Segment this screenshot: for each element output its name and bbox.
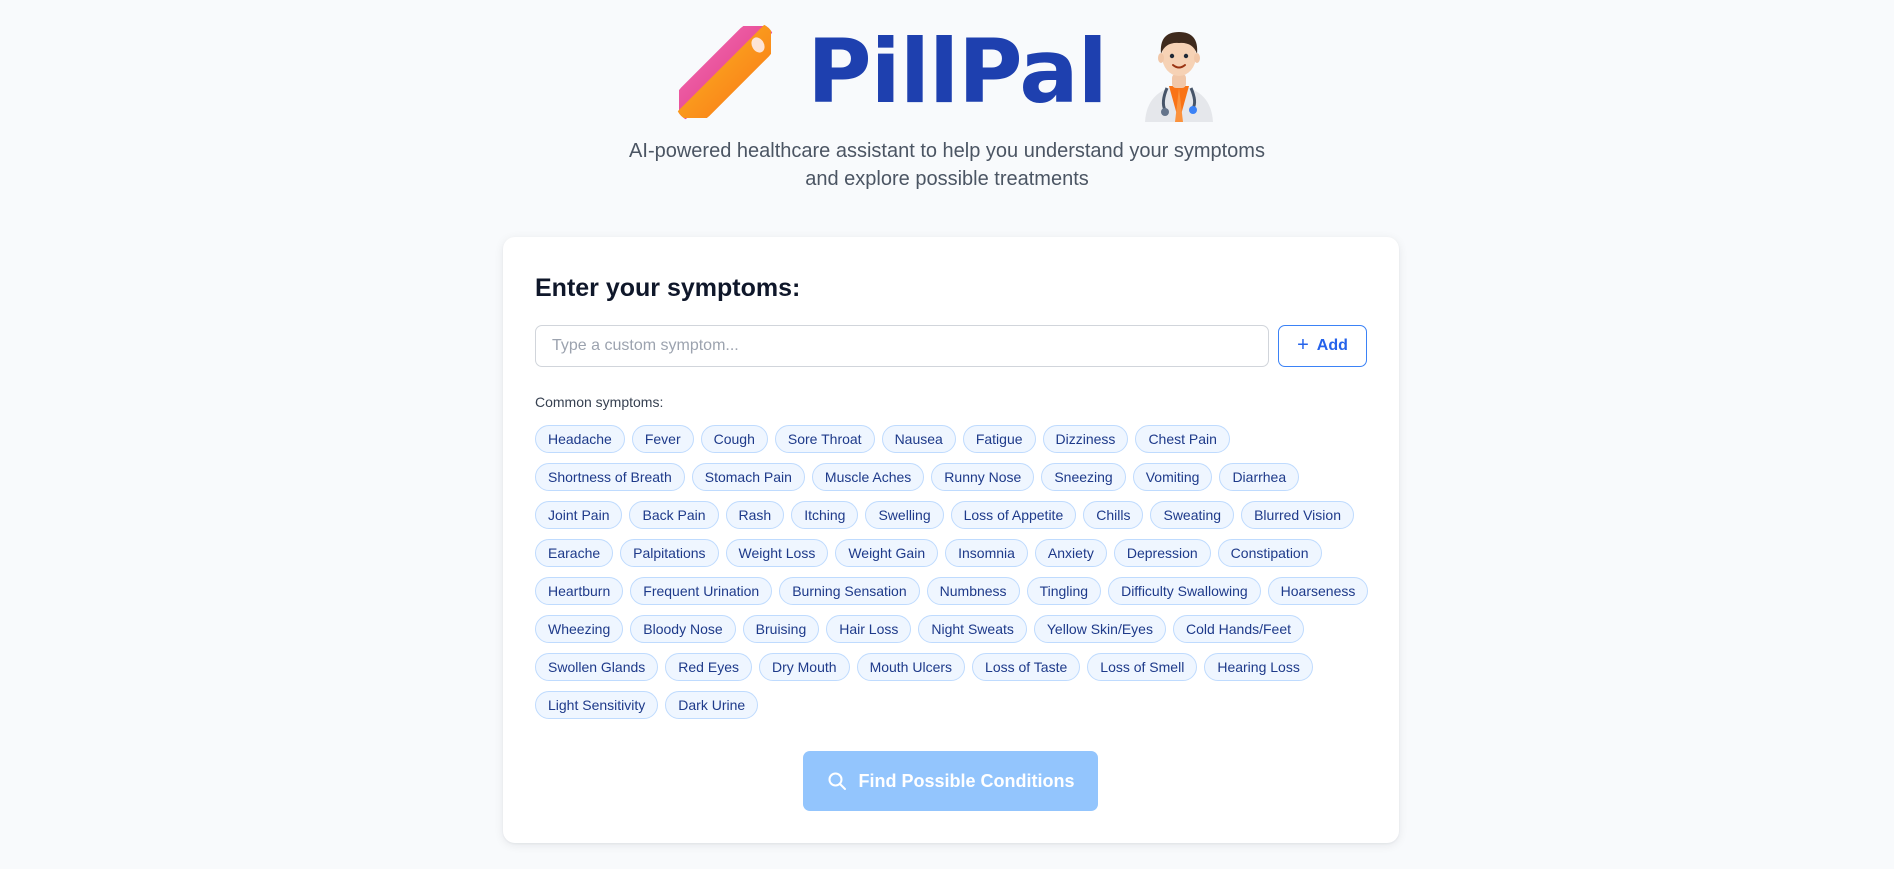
app-subtitle: AI-powered healthcare assistant to help … <box>0 137 1894 193</box>
find-conditions-button[interactable]: Find Possible Conditions <box>803 751 1098 811</box>
symptom-chip[interactable]: Sneezing <box>1041 463 1126 491</box>
symptom-chip[interactable]: Loss of Appetite <box>950 501 1077 529</box>
symptom-chip[interactable]: Hair Loss <box>826 615 912 643</box>
symptom-chip[interactable]: Vomiting <box>1132 463 1213 491</box>
symptom-chip[interactable]: Blurred Vision <box>1241 501 1354 529</box>
page: PillPal AI-powered healthcare assistant … <box>0 0 1894 869</box>
symptom-chip[interactable]: Itching <box>791 501 859 529</box>
doctor-icon <box>1144 32 1213 122</box>
symptom-chip[interactable]: Chills <box>1083 501 1144 529</box>
symptom-chip[interactable]: Depression <box>1113 539 1211 567</box>
symptom-chip[interactable]: Bruising <box>742 615 820 643</box>
symptom-chip[interactable]: Bloody Nose <box>630 615 736 643</box>
symptom-chip[interactable]: Cough <box>700 425 768 453</box>
add-symptom-button[interactable]: + Add <box>1278 325 1367 367</box>
app-title: PillPal <box>807 20 1108 123</box>
symptom-chip[interactable]: Night Sweats <box>918 615 1027 643</box>
symptom-chip[interactable]: Muscle Aches <box>811 463 925 491</box>
symptom-chip[interactable]: Dark Urine <box>665 691 759 719</box>
symptom-chip[interactable]: Chest Pain <box>1135 425 1230 453</box>
symptom-chip[interactable]: Nausea <box>881 425 956 453</box>
symptom-chip[interactable]: Dry Mouth <box>758 653 850 681</box>
symptom-chip[interactable]: Back Pain <box>629 501 719 529</box>
symptom-chip[interactable]: Fatigue <box>962 425 1036 453</box>
symptom-chip[interactable]: Headache <box>535 425 625 453</box>
symptom-chip[interactable]: Weight Loss <box>725 539 829 567</box>
subtitle-line-2: and explore possible treatments <box>805 168 1089 190</box>
symptom-chip[interactable]: Wheezing <box>535 615 624 643</box>
symptom-chip[interactable]: Burning Sensation <box>779 577 920 605</box>
symptom-chip[interactable]: Swelling <box>865 501 944 529</box>
symptom-form-heading: Enter your symptoms: <box>535 274 801 302</box>
plus-icon: + <box>1297 334 1309 356</box>
app-header: PillPal <box>0 22 1894 122</box>
symptom-chip[interactable]: Numbness <box>926 577 1020 605</box>
symptom-chip[interactable]: Heartburn <box>535 577 624 605</box>
symptom-chip[interactable]: Hoarseness <box>1267 577 1369 605</box>
pill-icon <box>675 22 776 122</box>
symptom-chip[interactable]: Red Eyes <box>665 653 752 681</box>
symptom-chip[interactable]: Dizziness <box>1042 425 1129 453</box>
symptom-chip[interactable]: Mouth Ulcers <box>856 653 966 681</box>
symptom-chip[interactable]: Light Sensitivity <box>535 691 659 719</box>
symptom-chip[interactable]: Sore Throat <box>774 425 875 453</box>
symptom-chip[interactable]: Rash <box>725 501 785 529</box>
add-button-label: Add <box>1316 337 1348 354</box>
symptom-chip[interactable]: Tingling <box>1026 577 1102 605</box>
symptom-chip[interactable]: Earache <box>535 539 614 567</box>
symptom-chip[interactable]: Difficulty Swallowing <box>1108 577 1261 605</box>
subtitle-line-1: AI-powered healthcare assistant to help … <box>629 140 1265 162</box>
symptom-chip[interactable]: Stomach Pain <box>691 463 805 491</box>
symptom-chip[interactable]: Hearing Loss <box>1204 653 1313 681</box>
symptom-chip[interactable]: Sweating <box>1150 501 1235 529</box>
symptom-chip[interactable]: Diarrhea <box>1219 463 1300 491</box>
symptom-chip[interactable]: Constipation <box>1217 539 1322 567</box>
find-button-label: Find Possible Conditions <box>858 770 1075 791</box>
common-symptoms-list: Headache Fever Cough Sore Throat Nausea Fatig… <box>535 425 1375 719</box>
search-icon <box>828 772 846 790</box>
common-symptoms-label: Common symptoms: <box>535 394 664 410</box>
symptom-chip[interactable]: Anxiety <box>1034 539 1107 567</box>
symptom-chip[interactable]: Palpitations <box>620 539 719 567</box>
symptom-chip[interactable]: Insomnia <box>945 539 1028 567</box>
custom-symptom-input[interactable] <box>535 325 1269 367</box>
symptom-chip[interactable]: Loss of Smell <box>1087 653 1198 681</box>
symptom-chip[interactable]: Joint Pain <box>535 501 623 529</box>
symptom-card: Enter your symptoms: + Add Common sympto… <box>503 237 1399 843</box>
symptom-chip[interactable]: Fever <box>631 425 694 453</box>
symptom-chip[interactable]: Cold Hands/Feet <box>1172 615 1305 643</box>
symptom-chip[interactable]: Weight Gain <box>835 539 939 567</box>
symptom-chip[interactable]: Frequent Urination <box>630 577 773 605</box>
symptom-chip[interactable]: Runny Nose <box>931 463 1035 491</box>
symptom-chip[interactable]: Yellow Skin/Eyes <box>1033 615 1166 643</box>
symptom-chip[interactable]: Shortness of Breath <box>535 463 685 491</box>
symptom-chip[interactable]: Swollen Glands <box>535 653 659 681</box>
symptom-chip[interactable]: Loss of Taste <box>972 653 1081 681</box>
